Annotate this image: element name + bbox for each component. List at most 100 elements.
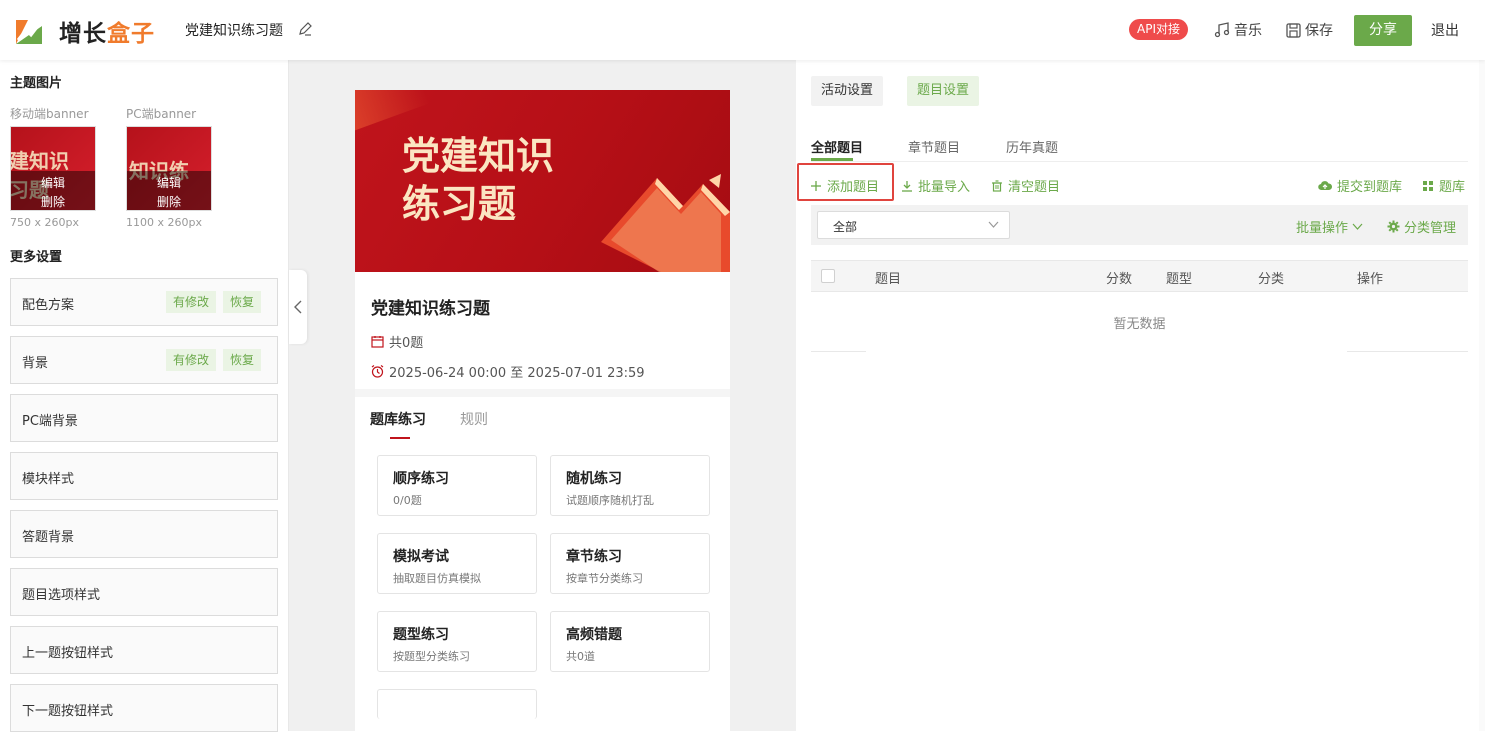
question-bank-button[interactable]: 题库	[1422, 176, 1465, 195]
share-button[interactable]: 分享	[1354, 15, 1412, 46]
plus-icon	[811, 180, 821, 191]
save-button[interactable]: 保存	[1286, 20, 1333, 40]
restore-button[interactable]: 恢复	[223, 349, 262, 371]
clear-questions-button[interactable]: 清空题目	[991, 176, 1060, 195]
qtab-past-exams[interactable]: 历年真题	[1006, 137, 1058, 156]
pencil-icon[interactable]	[298, 22, 312, 36]
tab-underline	[390, 437, 410, 439]
edit-banner-button[interactable]: 编辑	[11, 174, 95, 191]
chevron-down-icon	[1352, 223, 1363, 230]
qtab-chapter-questions[interactable]: 章节题目	[908, 137, 960, 156]
setting-pc-background[interactable]: PC端背景	[10, 394, 278, 442]
hero-title: 党建知识 练习题	[402, 132, 554, 228]
save-label: 保存	[1305, 23, 1333, 39]
theme-image-title: 主题图片	[10, 76, 63, 91]
save-icon	[1286, 22, 1301, 38]
category-filter-select[interactable]: 全部	[817, 211, 1010, 239]
banner-overlay: 编辑 删除	[127, 171, 211, 210]
logo-icon	[14, 16, 44, 46]
mode-subtitle: 按题型分类练习	[393, 650, 470, 663]
delete-banner-button[interactable]: 删除	[11, 193, 95, 210]
restore-button[interactable]: 恢复	[223, 291, 262, 313]
mode-subtitle: 共0道	[566, 650, 595, 663]
setting-module-style[interactable]: 模块样式	[10, 452, 278, 500]
question-table-header: 题目 分数 题型 分类 操作	[811, 260, 1468, 292]
select-value: 全部	[833, 220, 858, 234]
more-settings-title: 更多设置	[10, 250, 63, 265]
setting-label: 答题背景	[22, 530, 75, 545]
add-question-button[interactable]: 添加题目	[810, 176, 879, 195]
music-button[interactable]: 音乐	[1214, 20, 1262, 40]
question-bank-label: 题库	[1439, 180, 1466, 195]
preview-area: 党建知识 练习题 党建知识练习题 共0题 2025-06-24 00:00 至 …	[289, 60, 796, 731]
tab-rules[interactable]: 规则	[460, 409, 488, 429]
grid-icon	[1423, 180, 1433, 191]
divider	[811, 351, 866, 352]
pc-banner-size: 1100 x 260px	[126, 216, 202, 229]
logo-text: 增长盒子	[59, 14, 155, 48]
tab-question-settings[interactable]: 题目设置	[907, 76, 980, 106]
category-manage-button[interactable]: 分类管理	[1383, 217, 1456, 236]
category-manage-label: 分类管理	[1404, 221, 1457, 236]
activity-time-text: 2025-06-24 00:00 至 2025-07-01 23:59	[389, 366, 645, 381]
mode-subtitle: 抽取题目仿真模拟	[393, 572, 481, 585]
divider	[1347, 351, 1468, 352]
setting-label: 模块样式	[22, 472, 75, 487]
phone-preview: 党建知识 练习题 党建知识练习题 共0题 2025-06-24 00:00 至 …	[355, 90, 730, 731]
mode-card-frequent-errors[interactable]: 高频错题 共0道	[550, 611, 710, 672]
pc-banner-thumb[interactable]: 知识练 编辑 删除	[126, 126, 212, 211]
download-icon	[902, 180, 912, 192]
mobile-banner-thumb[interactable]: 建知识 习题 编辑 删除	[10, 126, 96, 211]
batch-operations-dropdown[interactable]: 批量操作	[1296, 217, 1367, 236]
setting-color-scheme[interactable]: 配色方案 有修改 恢复	[10, 278, 278, 326]
question-count-text: 共0题	[389, 336, 424, 351]
hero-title-line1: 党建知识	[402, 133, 555, 178]
logo-main: 增长	[59, 21, 107, 47]
decoration-streak	[355, 90, 430, 135]
delete-banner-button[interactable]: 删除	[127, 193, 211, 210]
collapse-panel-button[interactable]	[289, 270, 307, 344]
select-all-checkbox[interactable]	[821, 269, 835, 283]
gear-icon	[1387, 220, 1400, 233]
submit-to-bank-label: 提交到题库	[1337, 180, 1403, 195]
trash-icon	[992, 179, 1002, 192]
setting-label: 题目选项样式	[22, 588, 101, 603]
mode-title: 模拟考试	[393, 549, 449, 565]
doc-title: 党建知识练习题	[185, 23, 283, 39]
api-badge[interactable]: API对接	[1129, 19, 1188, 40]
setting-answer-background[interactable]: 答题背景	[10, 510, 278, 558]
mode-card-question-type[interactable]: 题型练习 按题型分类练习	[377, 611, 537, 672]
mode-card-sequential[interactable]: 顺序练习 0/0题	[377, 455, 537, 516]
setting-label: 背景	[22, 356, 49, 371]
mode-card-random[interactable]: 随机练习 试题顺序随机打乱	[550, 455, 710, 516]
tab-activity-settings[interactable]: 活动设置	[811, 76, 884, 106]
setting-label: 配色方案	[22, 298, 75, 313]
top-header: 增长盒子 党建知识练习题 API对接 音乐 保存 分享 退出	[0, 0, 1485, 60]
setting-label: 上一题按钮样式	[22, 646, 114, 661]
filter-bar: 全部 批量操作 分类管理	[811, 205, 1468, 245]
left-settings-panel: 主题图片 移动端banner 建知识 习题 编辑 删除 750 x 260px P…	[0, 60, 289, 732]
mode-title: 随机练习	[566, 471, 622, 487]
divider	[811, 161, 1468, 162]
submit-to-bank-button[interactable]: 提交到题库	[1318, 176, 1402, 195]
mode-card-mock-exam[interactable]: 模拟考试 抽取题目仿真模拟	[377, 533, 537, 594]
col-question: 题目	[875, 272, 902, 287]
music-label: 音乐	[1234, 23, 1262, 39]
batch-import-button[interactable]: 批量导入	[901, 176, 970, 195]
mode-card-chapter[interactable]: 章节练习 按章节分类练习	[550, 533, 710, 594]
hero-banner: 党建知识 练习题	[355, 90, 730, 272]
exit-button[interactable]: 退出	[1431, 20, 1459, 40]
mobile-banner-size: 750 x 260px	[10, 216, 79, 229]
setting-option-style[interactable]: 题目选项样式	[10, 568, 278, 616]
chevron-left-icon	[294, 300, 302, 314]
setting-label: 下一题按钮样式	[22, 704, 114, 719]
setting-prev-button-style[interactable]: 上一题按钮样式	[10, 626, 278, 674]
setting-background[interactable]: 背景 有修改 恢复	[10, 336, 278, 384]
page-scrollbar[interactable]	[1479, 60, 1485, 731]
mode-card-partial[interactable]	[377, 689, 537, 719]
edit-banner-button[interactable]: 编辑	[127, 174, 211, 191]
setting-next-button-style[interactable]: 下一题按钮样式	[10, 684, 278, 732]
qtab-all-questions[interactable]: 全部题目	[811, 137, 863, 156]
activity-time: 2025-06-24 00:00 至 2025-07-01 23:59	[371, 362, 645, 381]
tab-question-practice[interactable]: 题库练习	[370, 409, 426, 429]
